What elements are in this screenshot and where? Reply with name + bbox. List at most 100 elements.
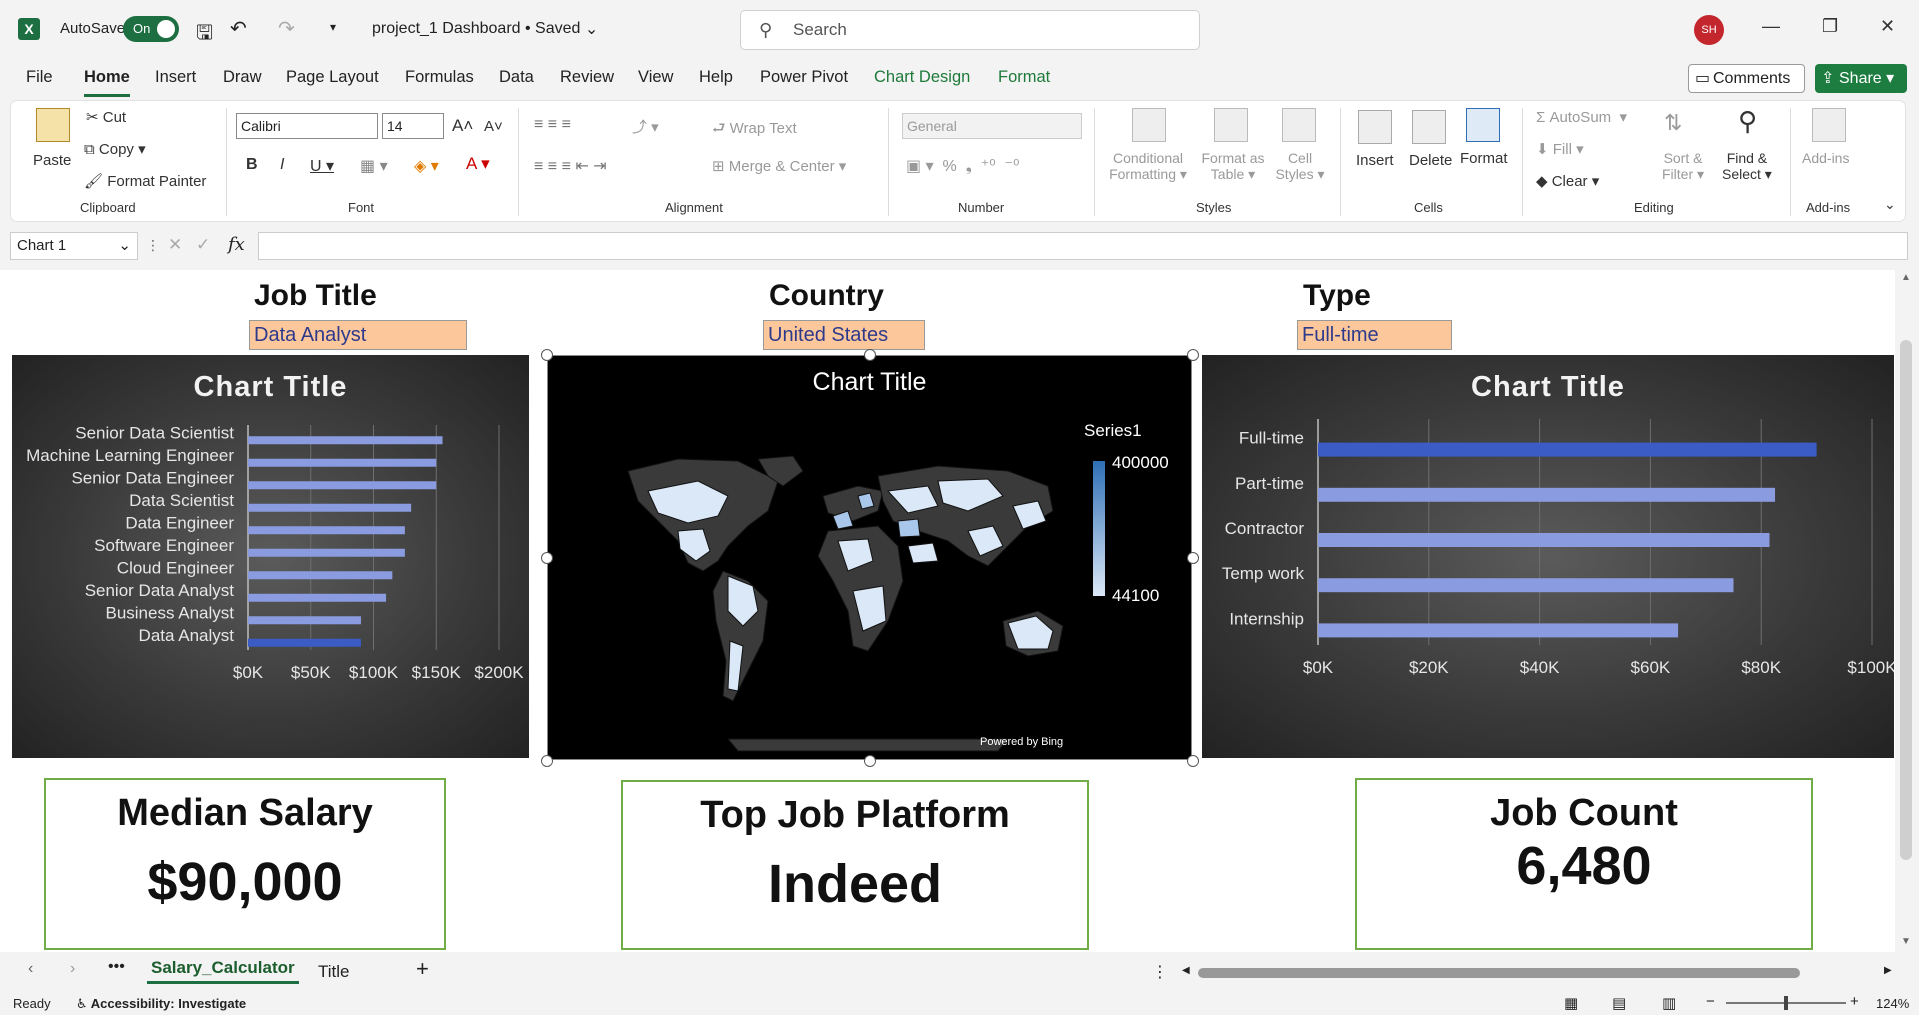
page-layout-view-icon[interactable]: ▤ <box>1612 994 1626 1012</box>
delete-cells-icon[interactable] <box>1412 110 1446 144</box>
more-sheets-icon[interactable]: ••• <box>108 958 125 976</box>
tabs-options-icon[interactable]: ⋮ <box>1152 962 1168 982</box>
resize-handle[interactable] <box>541 349 553 361</box>
delete-cells-button[interactable]: Delete <box>1409 152 1452 169</box>
resize-handle[interactable] <box>1187 755 1199 767</box>
restore-icon[interactable]: ❐ <box>1822 16 1838 37</box>
cancel-icon[interactable]: ✕ <box>168 235 182 255</box>
redo-icon[interactable]: ↷ <box>278 16 295 41</box>
tab-file[interactable]: File <box>26 68 53 87</box>
italic-icon[interactable]: I <box>280 156 284 174</box>
tab-format[interactable]: Format <box>998 68 1050 87</box>
horizontal-scroll-thumb[interactable] <box>1198 968 1800 978</box>
find-select-button[interactable]: Find & Select ▾ <box>1722 150 1772 183</box>
scroll-up-icon[interactable]: ▲ <box>1901 272 1911 283</box>
scroll-down-icon[interactable]: ▼ <box>1901 936 1911 947</box>
undo-icon[interactable]: ↶ <box>230 16 247 41</box>
orientation-icon[interactable]: ⤴ ▾ <box>632 116 659 137</box>
tab-power-pivot[interactable]: Power Pivot <box>760 68 848 87</box>
country-map-chart[interactable]: Chart Title Series1 400000 44100 Powered… <box>547 355 1192 760</box>
autosave-toggle[interactable]: On <box>123 16 179 42</box>
document-title[interactable]: project_1 Dashboard • Saved ⌄ <box>372 19 598 39</box>
resize-handle[interactable] <box>1187 552 1199 564</box>
worksheet[interactable]: Job Title Country Type Data Analyst Unit… <box>0 270 1895 952</box>
insert-cells-button[interactable]: Insert <box>1356 152 1394 169</box>
minimize-icon[interactable]: — <box>1762 16 1780 37</box>
paste-button[interactable]: Paste <box>33 152 71 169</box>
insert-cells-icon[interactable] <box>1358 110 1392 144</box>
paste-icon[interactable] <box>36 108 70 142</box>
zoom-slider[interactable] <box>1726 996 1846 1010</box>
tab-help[interactable]: Help <box>699 68 733 87</box>
job-title-salary-chart[interactable]: Chart Title $0K $50K $100K $150K $200K Senior… <box>12 355 529 758</box>
align-left-icon[interactable]: ≡ ≡ ≡ ⇤ ⇥ <box>534 156 607 176</box>
resize-handle[interactable] <box>864 755 876 767</box>
cell-styles-icon[interactable] <box>1282 108 1316 142</box>
tab-page-layout[interactable]: Page Layout <box>286 68 379 87</box>
more-icon[interactable]: ⋮ <box>146 237 160 254</box>
sort-filter-icon[interactable]: ⇅ <box>1664 110 1682 136</box>
decrease-font-icon[interactable]: A˅ <box>484 118 503 135</box>
share-button[interactable]: ⇪ Share ▾ <box>1815 64 1907 93</box>
zoom-level[interactable]: 124% <box>1876 996 1909 1011</box>
job-type-salary-chart[interactable]: Chart Title $0K $20K $40K $60K $80K $100K Full… <box>1202 355 1894 758</box>
add-ins-button[interactable]: Add-ins <box>1802 150 1849 166</box>
vertical-scroll-thumb[interactable] <box>1900 340 1912 860</box>
tab-formulas[interactable]: Formulas <box>405 68 474 87</box>
tab-home[interactable]: Home <box>84 68 130 87</box>
bold-icon[interactable]: B <box>246 156 258 174</box>
comments-button[interactable]: ▭ Comments <box>1688 64 1805 93</box>
fill-color-icon[interactable]: ◈ ▾ <box>414 156 439 176</box>
tab-review[interactable]: Review <box>560 68 614 87</box>
cut-button[interactable]: ✂ Cut <box>86 108 126 126</box>
resize-handle[interactable] <box>541 552 553 564</box>
format-cells-icon[interactable] <box>1466 108 1500 142</box>
format-painter-button[interactable]: 🖌 Format Painter <box>84 172 206 190</box>
autosum-button[interactable]: Σ AutoSum ▾ <box>1536 108 1627 126</box>
conditional-formatting-button[interactable]: Conditional Formatting ▾ <box>1108 150 1188 183</box>
name-box[interactable]: Chart 1 ⌄ <box>10 232 138 260</box>
conditional-formatting-icon[interactable] <box>1132 108 1166 142</box>
tab-insert[interactable]: Insert <box>155 68 196 87</box>
zoom-out-icon[interactable]: − <box>1706 993 1715 1010</box>
clear-button[interactable]: ◆ Clear ▾ <box>1536 172 1599 190</box>
align-top-icon[interactable]: ≡ ≡ ≡ <box>534 116 571 134</box>
increase-font-icon[interactable]: A˄ <box>452 116 473 136</box>
underline-icon[interactable]: U ▾ <box>310 156 334 176</box>
font-color-icon[interactable]: A ▾ <box>466 154 490 174</box>
collapse-ribbon-icon[interactable]: ⌄ <box>1884 196 1896 213</box>
format-as-table-button[interactable]: Format as Table ▾ <box>1196 150 1270 183</box>
font-size-select[interactable]: 14 <box>382 113 444 139</box>
tab-chart-design[interactable]: Chart Design <box>874 68 970 87</box>
wrap-text-button[interactable]: ⮐ Wrap Text <box>712 118 797 143</box>
format-as-table-icon[interactable] <box>1214 108 1248 142</box>
accessibility-status[interactable]: ♿ Accessibility: Investigate <box>76 996 246 1012</box>
resize-handle[interactable] <box>541 755 553 767</box>
scroll-right-icon[interactable]: ▶ <box>1884 965 1892 976</box>
prev-sheet-icon[interactable]: ‹ <box>28 960 33 978</box>
resize-handle[interactable] <box>864 349 876 361</box>
tab-data[interactable]: Data <box>499 68 534 87</box>
resize-handle[interactable] <box>1187 349 1199 361</box>
sort-filter-button[interactable]: Sort & Filter ▾ <box>1662 150 1704 183</box>
zoom-in-icon[interactable]: + <box>1850 993 1859 1010</box>
type-dropdown[interactable]: Full-time <box>1297 320 1452 350</box>
customize-qat-icon[interactable]: ▾ <box>330 20 336 34</box>
merge-center-button[interactable]: ⊞ Merge & Center ▾ <box>712 157 846 175</box>
search-box[interactable]: ⚲ Search <box>740 10 1200 50</box>
close-icon[interactable]: ✕ <box>1880 16 1895 37</box>
accounting-format-icon[interactable]: ▣ ▾ % ❟ ⁺⁰ ⁻⁰ <box>906 156 1019 176</box>
cell-styles-button[interactable]: Cell Styles ▾ <box>1272 150 1328 183</box>
format-cells-button[interactable]: Format <box>1460 150 1508 167</box>
enter-icon[interactable]: ✓ <box>196 235 210 255</box>
save-icon[interactable]: 🖫 <box>196 18 213 52</box>
vertical-scrollbar[interactable]: ▲ ▼ <box>1895 270 1919 952</box>
tab-view[interactable]: View <box>638 68 673 87</box>
normal-view-icon[interactable]: ▦ <box>1564 994 1578 1012</box>
borders-icon[interactable]: ▦ ▾ <box>360 156 388 176</box>
country-dropdown[interactable]: United States <box>763 320 925 350</box>
add-ins-icon[interactable] <box>1812 108 1846 142</box>
copy-button[interactable]: ⧉ Copy ▾ <box>84 140 146 158</box>
fill-button[interactable]: ⬇ Fill ▾ <box>1536 140 1584 158</box>
find-select-icon[interactable]: ⚲ <box>1738 106 1757 137</box>
